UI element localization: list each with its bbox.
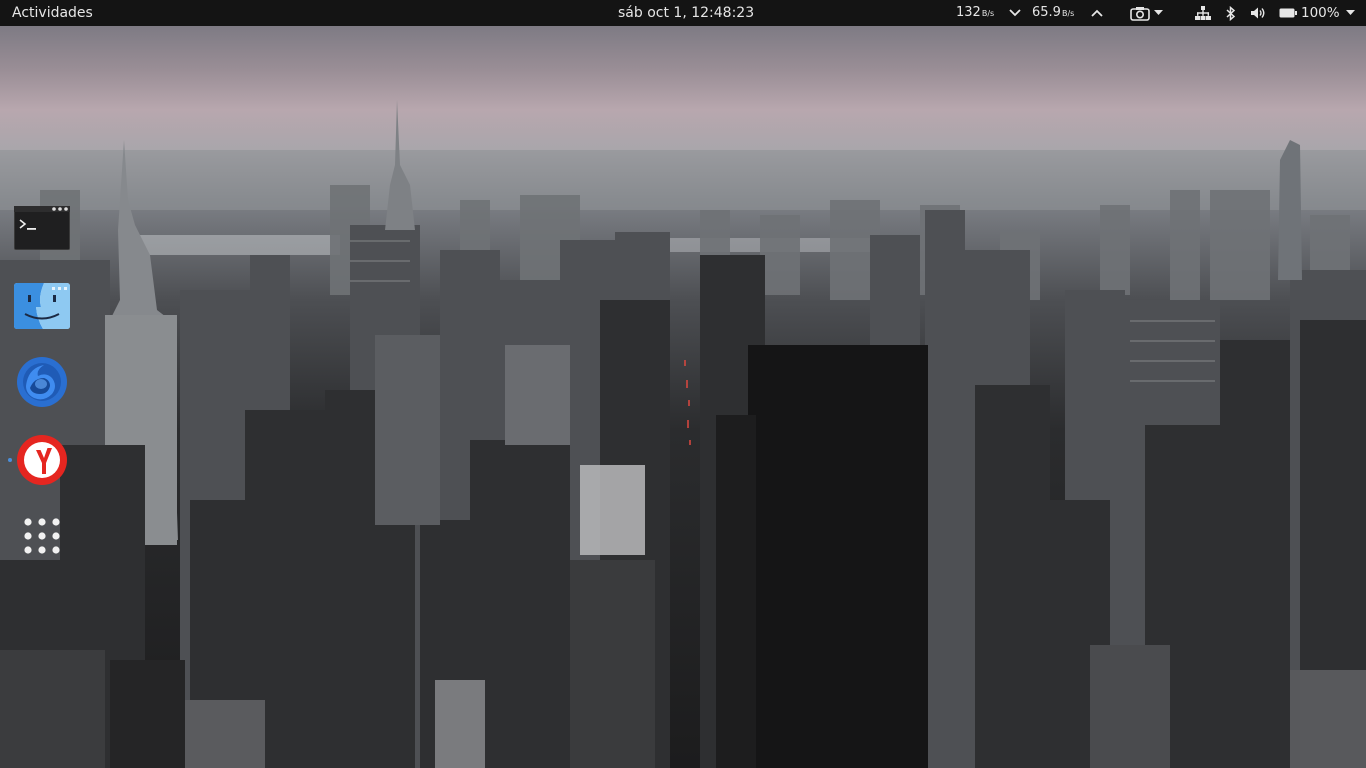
network-upload-speed: 65.9B/s xyxy=(1032,0,1074,26)
dock-item-terminal[interactable] xyxy=(14,200,70,256)
bluetooth-icon[interactable] xyxy=(1224,0,1238,26)
net-down-unit: B/s xyxy=(981,9,995,18)
dock-item-yandex-browser[interactable] xyxy=(14,432,70,488)
application-dock xyxy=(0,196,84,568)
net-down-value: 132 xyxy=(956,5,981,20)
net-up-unit: B/s xyxy=(1061,9,1075,18)
city-skyline-image xyxy=(0,100,1366,768)
screenshot-menu-button[interactable] xyxy=(1126,0,1166,26)
network-download-speed: 132B/s xyxy=(956,0,994,26)
wired-network-icon[interactable] xyxy=(1194,0,1212,26)
top-bar: Actividades sáb oct 1, 12:48:23 132B/s 6… xyxy=(0,0,1366,26)
clock-menu[interactable]: sáb oct 1, 12:48:23 xyxy=(618,0,754,26)
show-applications-button[interactable] xyxy=(14,508,70,564)
dock-item-firefox[interactable] xyxy=(14,354,70,410)
terminal-icon xyxy=(14,206,70,250)
firefox-icon xyxy=(16,356,68,408)
desktop-wallpaper xyxy=(0,0,1366,768)
volume-icon[interactable] xyxy=(1249,0,1267,26)
finder-icon xyxy=(14,283,70,329)
net-up-value: 65.9 xyxy=(1032,5,1061,20)
caret-down-icon xyxy=(1153,10,1163,16)
dock-item-files[interactable] xyxy=(14,278,70,334)
yandex-icon xyxy=(16,434,68,486)
download-arrow-icon xyxy=(1007,0,1023,26)
running-indicator xyxy=(8,458,12,462)
system-menu-caret-icon[interactable] xyxy=(1343,0,1357,26)
activities-button[interactable]: Actividades xyxy=(12,0,93,26)
upload-arrow-icon xyxy=(1089,0,1105,26)
battery-percentage[interactable]: 100% xyxy=(1301,0,1340,26)
battery-icon[interactable] xyxy=(1278,0,1298,26)
camera-icon xyxy=(1129,6,1150,21)
app-grid-icon xyxy=(23,517,61,555)
